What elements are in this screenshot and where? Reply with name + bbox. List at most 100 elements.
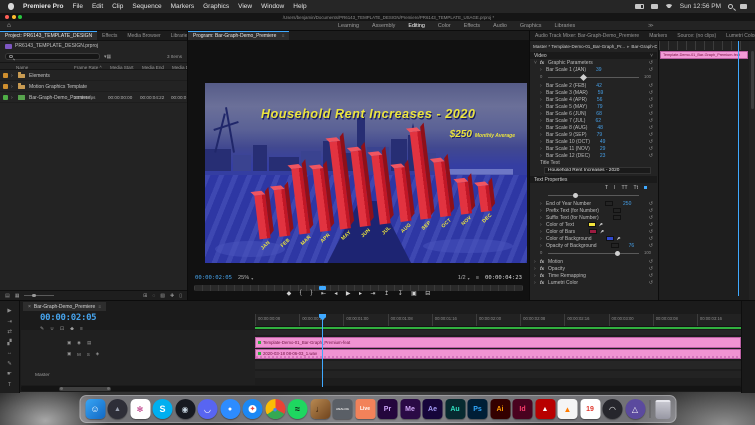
eyedropper-icon[interactable] <box>617 237 621 241</box>
timeline-timecode[interactable]: 00:00:02:05 <box>40 313 96 323</box>
param-value[interactable]: 59 <box>598 90 604 96</box>
program-timecode[interactable]: 00:00:02:05 <box>195 275 232 281</box>
safari[interactable]: ✦ <box>243 399 263 419</box>
list-view-button[interactable]: ▤ <box>5 293 10 299</box>
icon-view-button[interactable]: ▦ <box>15 293 20 299</box>
workspace-tab[interactable]: Color <box>438 23 451 29</box>
obs[interactable]: △ <box>625 399 645 419</box>
analog-lab[interactable]: ANALOG <box>333 399 353 419</box>
reset-icon[interactable]: ↺ <box>649 201 653 207</box>
reset-icon[interactable]: ↺ <box>649 153 653 159</box>
reset-icon[interactable]: ↺ <box>649 118 653 124</box>
media-encoder[interactable]: Me <box>400 399 420 419</box>
mute-button[interactable]: M <box>77 352 81 357</box>
reset-icon[interactable]: ↺ <box>649 67 653 73</box>
apple-menu-icon[interactable] <box>8 3 14 10</box>
menu-sequence[interactable]: Sequence <box>132 3 161 10</box>
timeline-scrollbar[interactable] <box>21 386 741 391</box>
pro-tools[interactable]: ◠ <box>603 399 623 419</box>
menu-file[interactable]: File <box>72 3 82 10</box>
close-icon[interactable]: × <box>28 304 31 310</box>
comparison-view-button[interactable]: ⊟ <box>425 290 430 297</box>
color-swatch[interactable] <box>606 236 614 241</box>
color-swatch[interactable] <box>605 201 613 206</box>
opacity-slider-handle[interactable] <box>615 251 620 256</box>
panel-tab[interactable]: Audio Track Mixer: Bar-Graph-Demo_Premie… <box>530 31 644 40</box>
param-row[interactable]: › Bar Scale 7 (JUL) 62 ↺ <box>530 117 657 124</box>
project-item-row[interactable]: › Motion Graphics Template <box>0 81 187 92</box>
vlc[interactable]: ▲ <box>558 399 578 419</box>
reset-icon[interactable]: ↺ <box>649 280 653 286</box>
param-value[interactable]: 39 <box>596 67 602 73</box>
reset-icon[interactable]: ↺ <box>649 83 653 89</box>
reset-icon[interactable]: ↺ <box>649 111 653 117</box>
menu-view[interactable]: View <box>238 3 252 10</box>
automate-to-sequence-button[interactable]: ⊞ <box>143 293 147 299</box>
panel-menu-icon[interactable]: ≡ <box>98 304 101 309</box>
illustrator[interactable]: Ai <box>490 399 510 419</box>
menu-clip[interactable]: Clip <box>112 3 123 10</box>
column-header[interactable]: Media End <box>142 65 164 70</box>
reset-icon[interactable]: ↺ <box>649 146 653 152</box>
solo-button[interactable]: S <box>87 352 90 357</box>
minimize-window-button[interactable] <box>12 15 16 19</box>
param-value[interactable]: 76 <box>629 243 635 249</box>
faux-bold-icon[interactable]: T <box>605 185 608 191</box>
effect-controls-scrollbar[interactable] <box>751 51 754 109</box>
filter-bin-icon[interactable]: ▾▦ <box>104 54 111 60</box>
reset-icon[interactable]: ↺ <box>649 243 653 249</box>
discord[interactable]: ◡ <box>198 399 218 419</box>
twirl-icon[interactable]: › <box>11 84 13 90</box>
slip-tool[interactable]: ↔ <box>7 350 13 356</box>
acrobat[interactable]: ▲ <box>535 399 555 419</box>
text-param-row[interactable]: › Suffix Text (for Number) ↺ <box>530 214 657 221</box>
param-value[interactable]: 62 <box>595 118 601 124</box>
audio-clip[interactable]: 2020-03-18 08-06-03_1.wav <box>255 349 741 360</box>
home-icon[interactable]: ⌂ <box>7 22 11 29</box>
premiere-pro[interactable]: Pr <box>378 399 398 419</box>
column-header[interactable]: Media D <box>172 65 187 70</box>
project-breadcrumb[interactable]: PR6143_TEMPLATE_DESIGN.prproj <box>0 41 187 51</box>
font-size-slider[interactable] <box>540 191 651 200</box>
calendar[interactable]: 19 <box>580 399 600 419</box>
app-menu[interactable]: Premiere Pro <box>23 3 63 10</box>
track-lock-icon[interactable]: ▣ <box>67 351 71 357</box>
close-window-button[interactable] <box>5 15 9 19</box>
panel-tab[interactable]: Media Browser <box>122 31 165 40</box>
new-bin-button[interactable]: ▧ <box>160 293 165 299</box>
faux-italic-icon[interactable]: I <box>614 185 615 191</box>
column-header[interactable]: Media Start <box>110 65 134 70</box>
reset-icon[interactable]: ↺ <box>649 236 653 242</box>
project-item-row[interactable]: › Bar-Graph-Demo_Premiere 23.976 fps 00:… <box>0 92 187 103</box>
effect-row[interactable]: › fx Motion ↺ <box>530 258 657 265</box>
selection-tool[interactable]: ▶ <box>7 308 11 314</box>
reset-icon[interactable]: ↺ <box>649 222 653 228</box>
launchpad[interactable]: ▲ <box>108 399 128 419</box>
after-effects[interactable]: Ae <box>423 399 443 419</box>
eyedropper-icon[interactable] <box>599 223 603 227</box>
bar-scale-1-slider-handle[interactable] <box>580 73 587 80</box>
slack[interactable]: ✻ <box>130 399 150 419</box>
step-forward-button[interactable]: ▸ <box>359 290 362 297</box>
param-value[interactable]: 250 <box>623 201 631 207</box>
param-row[interactable]: › Bar Scale 8 (AUG) 48 ↺ <box>530 124 657 131</box>
text-param-row[interactable]: › Prefix Text (for Number) ↺ <box>530 207 657 214</box>
pen-tool[interactable]: ✎ <box>7 361 12 367</box>
control-center-icon[interactable] <box>740 4 747 9</box>
workspace-tab[interactable]: Audio <box>493 23 507 29</box>
text-param-row[interactable]: › Color of Text ↺ <box>530 221 657 228</box>
text-param-row[interactable]: › Color of Background ↺ <box>530 235 657 242</box>
param-row[interactable]: › Bar Scale 4 (APR) 56 ↺ <box>530 96 657 103</box>
timeline-ruler[interactable]: 00:00:00:0800:00:00:1600:00:01:0000:00:0… <box>255 314 741 327</box>
ableton-live[interactable]: Live <box>355 399 375 419</box>
param-row[interactable]: › Bar Scale 3 (MAR) 59 ↺ <box>530 89 657 96</box>
ripple-edit-tool[interactable]: ⇄ <box>7 329 12 335</box>
go-to-in-button[interactable]: ⇤ <box>321 290 326 297</box>
graphic-parameters-row[interactable]: ˅fx Graphic Parameters ↺ <box>530 59 657 66</box>
param-value[interactable]: 48 <box>597 125 603 131</box>
project-item-row[interactable]: › Elements <box>0 70 187 81</box>
mic-icon[interactable]: ◈ <box>96 351 99 357</box>
reset-icon[interactable]: ↺ <box>649 273 653 279</box>
indesign[interactable]: Id <box>513 399 533 419</box>
master-clip-name[interactable]: Master * Template-Demo-01_Bar-Graph_Pr..… <box>533 44 625 49</box>
